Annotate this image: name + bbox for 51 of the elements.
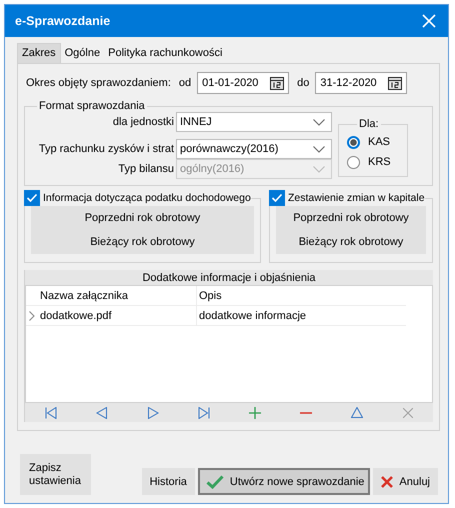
save-settings-button[interactable]: Zapisz ustawienia — [20, 454, 91, 495]
close-icon[interactable] — [422, 14, 436, 28]
radio-button[interactable] — [347, 136, 360, 148]
last-record-icon[interactable] — [198, 406, 210, 418]
checkbox-label: Informacja dotycząca podatku dochodowego — [43, 192, 251, 204]
radio-option[interactable]: KRS — [347, 152, 407, 172]
history-button[interactable]: Historia — [142, 468, 195, 495]
chevron-icon — [313, 118, 325, 126]
create-report-button[interactable]: Utwórz nowe sprawozdanie — [198, 468, 370, 495]
checkbox[interactable] — [269, 190, 285, 206]
checkmark-icon — [270, 191, 284, 205]
window-title: e-Sprawozdanie — [15, 14, 110, 28]
from-label: od — [178, 77, 192, 89]
first-record-icon[interactable] — [44, 406, 56, 418]
tab[interactable]: Zakres — [17, 43, 61, 63]
triangle-icon[interactable] — [350, 407, 362, 418]
dropdown[interactable]: INNEJ — [176, 112, 332, 132]
column-header: Nazwa załącznika — [38, 286, 197, 305]
date-field[interactable]: 31-12-2020 — [315, 72, 408, 94]
calendar-icon[interactable] — [270, 76, 284, 90]
date-value: 31-12-2020 — [320, 77, 377, 89]
checkbox[interactable] — [24, 190, 40, 206]
checkbox-label: Zestawienie zmian w kapitale — [288, 192, 425, 204]
calendar-icon[interactable] — [388, 76, 402, 90]
to-label: do — [297, 77, 310, 89]
cancel-button[interactable]: Anuluj — [373, 468, 438, 495]
radio-option[interactable]: KAS — [347, 132, 407, 152]
date-value: 01-01-2020 — [202, 77, 258, 89]
date-field[interactable]: 01-01-2020 — [197, 72, 290, 94]
table-row[interactable]: dodatkowe.pdf dodatkowe informacje — [26, 306, 406, 326]
table-cell-text: dodatkowe informacje — [198, 310, 306, 322]
field-label: dla jednostki — [112, 116, 174, 128]
next-icon[interactable] — [146, 406, 158, 418]
table-cell: dodatkowe.pdf — [38, 306, 197, 325]
close-icon — [381, 476, 394, 488]
chevron-icon — [313, 166, 325, 172]
previous-icon[interactable] — [96, 406, 108, 418]
checkmark-icon — [25, 191, 39, 205]
checkmark-icon — [206, 474, 224, 488]
panel-title: Dodatkowe informacje i objaśnienia — [141, 271, 317, 285]
field-label: Typ bilansu — [117, 163, 174, 175]
group-title: Format sprawozdania — [38, 100, 146, 112]
field-label: Typ rachunku zysków i strat — [38, 143, 174, 155]
radio-button[interactable] — [347, 156, 360, 168]
minus-icon[interactable] — [300, 412, 312, 414]
dropdown[interactable]: porównawczy(2016) — [176, 139, 332, 159]
group-title: Dla: — [358, 118, 380, 130]
plus-icon[interactable] — [248, 406, 260, 418]
period-label: Okres objęty sprawozdaniem: — [26, 77, 171, 89]
column-header: Opis — [198, 290, 222, 302]
chevron-icon — [313, 146, 325, 152]
